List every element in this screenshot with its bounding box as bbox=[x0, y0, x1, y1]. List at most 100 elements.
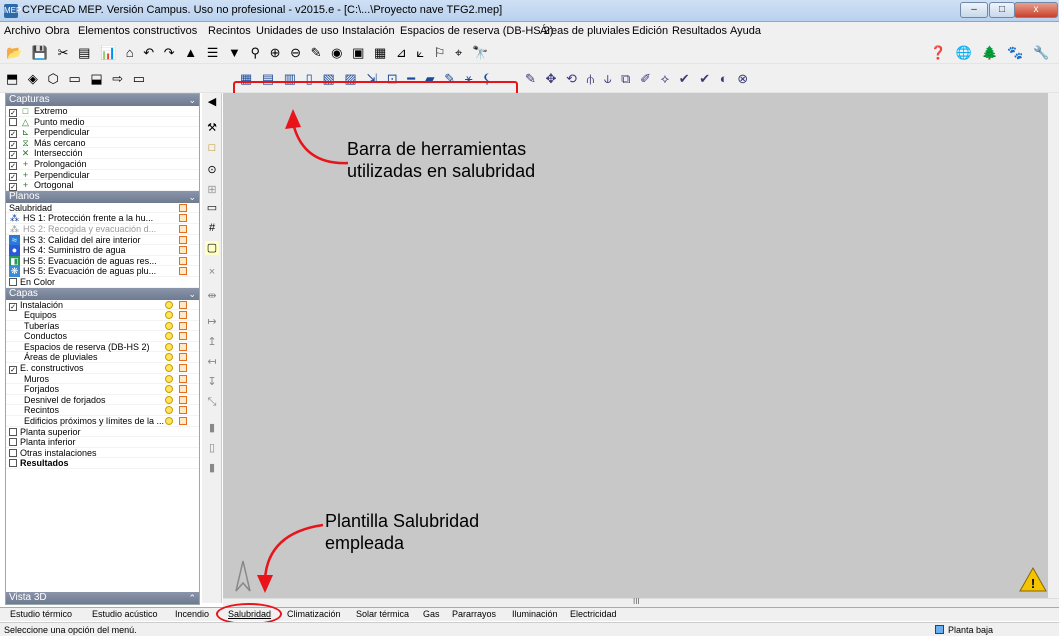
drawing-canvas[interactable]: ! Barra de herramientas utilizadas en sa… bbox=[223, 93, 1048, 598]
menu-recintos[interactable]: Recintos bbox=[208, 25, 251, 37]
layer-item[interactable]: Desnivel de forjados bbox=[6, 395, 199, 406]
cross-icon[interactable]: × bbox=[205, 265, 219, 279]
checkbox-unchecked[interactable] bbox=[9, 277, 17, 286]
layer-item[interactable]: Muros bbox=[6, 374, 199, 385]
layer-item[interactable]: Resultados bbox=[6, 458, 199, 469]
help-toolbar-icons[interactable]: ❓ 🌐 🌲 🐾 🔧 bbox=[930, 45, 1052, 61]
tab-climatizacion[interactable]: Climatización bbox=[287, 609, 341, 619]
capture-item[interactable]: ✓ + Ortogonal bbox=[6, 180, 199, 192]
vista3d-header[interactable]: Vista 3D ⌃ bbox=[6, 592, 199, 604]
tab-estudio-acustico[interactable]: Estudio acústico bbox=[92, 609, 158, 619]
bulb-icon[interactable] bbox=[165, 374, 173, 383]
layer-item[interactable]: ✓ E. constructivos bbox=[6, 363, 199, 375]
layer-item[interactable]: Tuberías bbox=[6, 321, 199, 332]
bulb-icon[interactable] bbox=[165, 300, 173, 309]
layer-item[interactable]: Espacios de reserva (DB-HS 2) bbox=[6, 342, 199, 353]
layer-item[interactable]: Conductos bbox=[6, 331, 199, 342]
bulb-icon[interactable] bbox=[165, 332, 173, 341]
ruler-icon[interactable]: ▭ bbox=[205, 201, 219, 215]
layer-item[interactable]: Planta superior bbox=[6, 427, 199, 438]
hash-icon[interactable]: # bbox=[205, 221, 219, 235]
horizontal-scrollbar[interactable]: III bbox=[223, 597, 1059, 607]
layer-icon[interactable] bbox=[179, 364, 187, 373]
layer-icon[interactable] bbox=[179, 406, 187, 415]
layer-icon[interactable] bbox=[179, 374, 187, 383]
capture-item[interactable]: ✓ + Prolongación bbox=[6, 159, 199, 170]
capture-item[interactable]: ✓ □ Extremo bbox=[6, 106, 199, 117]
layer-item[interactable]: Forjados bbox=[6, 384, 199, 395]
layer-icon[interactable] bbox=[179, 385, 187, 394]
menu-ayuda[interactable]: Ayuda bbox=[730, 25, 761, 37]
layer-icon[interactable] bbox=[179, 332, 187, 341]
maximize-button[interactable]: □ bbox=[989, 2, 1015, 18]
left-toolbar-icons[interactable]: ⬒ ◈ ⬡ ▭ ⬓ ⇨ ▭ bbox=[6, 71, 148, 87]
menu-unidades-de-uso[interactable]: Unidades de uso bbox=[256, 25, 339, 37]
layer-icon[interactable] bbox=[179, 417, 187, 426]
tab-estudio-termico[interactable]: Estudio térmico bbox=[10, 609, 72, 619]
collapse-arrow-icon[interactable]: ◀ bbox=[205, 95, 219, 109]
menu-obra[interactable]: Obra bbox=[45, 25, 69, 37]
capture-item[interactable]: ✓ ✕ Intersección bbox=[6, 148, 199, 160]
menu-instalacion[interactable]: Instalación bbox=[342, 25, 395, 37]
arrow-up-icon[interactable]: ↥ bbox=[205, 335, 219, 349]
layer-icon[interactable] bbox=[179, 353, 187, 362]
capture-item[interactable]: △ Punto medio bbox=[6, 117, 199, 128]
join-icon[interactable]: ⇹ bbox=[205, 289, 219, 303]
scroll-thumb-grip[interactable]: III bbox=[633, 597, 640, 606]
layer-item[interactable]: Áreas de pluviales bbox=[6, 352, 199, 364]
capture-item[interactable]: ✓ ⊾ Perpendicular bbox=[6, 127, 199, 139]
plano-item[interactable]: ◧ HS 5: Evacuación de aguas res... bbox=[6, 255, 199, 267]
current-floor[interactable]: Planta baja bbox=[948, 625, 993, 635]
tab-gas[interactable]: Gas bbox=[423, 609, 440, 619]
en-color-option[interactable]: En Color bbox=[6, 277, 199, 288]
bulb-icon[interactable] bbox=[165, 406, 173, 415]
bulb-icon[interactable] bbox=[165, 353, 173, 362]
comment-icon[interactable]: ▢ bbox=[205, 241, 219, 255]
layer-icon[interactable] bbox=[179, 321, 187, 330]
menu-elementos-constructivos[interactable]: Elementos constructivos bbox=[78, 25, 197, 37]
bulb-icon[interactable] bbox=[165, 342, 173, 351]
plano-item[interactable]: ⁂ HS 2: Recogida y evacuación d... bbox=[6, 224, 199, 235]
tab-solar-termica[interactable]: Solar térmica bbox=[356, 609, 409, 619]
layer-icon[interactable] bbox=[179, 300, 187, 309]
bulb-icon[interactable] bbox=[165, 385, 173, 394]
tab-incendio[interactable]: Incendio bbox=[175, 609, 209, 619]
capturas-header[interactable]: Capturas ⌄ bbox=[6, 94, 199, 106]
menu-archivo[interactable]: Archivo bbox=[4, 25, 41, 37]
arrow-left-icon[interactable]: ↤ bbox=[205, 355, 219, 369]
close-button[interactable]: x bbox=[1014, 2, 1058, 18]
planos-header[interactable]: Planos ⌄ bbox=[6, 190, 199, 203]
bulb-icon[interactable] bbox=[165, 395, 173, 404]
layer-icon[interactable] bbox=[179, 342, 187, 351]
bulb-icon[interactable] bbox=[165, 311, 173, 320]
column-icon[interactable]: ▮ bbox=[205, 421, 219, 435]
vertical-scrollbar[interactable] bbox=[1048, 93, 1059, 598]
capture-item[interactable]: ✓ + Perpendicular bbox=[6, 170, 199, 181]
plano-item[interactable]: ⁂ HS 1: Protección frente a la hu... bbox=[6, 213, 199, 224]
layer-item[interactable]: Equipos bbox=[6, 310, 199, 321]
checkbox-unchecked[interactable] bbox=[9, 459, 17, 468]
main-toolbar-icons[interactable]: 📂 💾 ✂ ▤ 📊 ⌂ ↶ ↷ ▲ ☰ ▼ ⚲ ⊕ ⊖ ✎ ◉ ▣ ▦ ⊿ ⟀ … bbox=[6, 45, 491, 61]
layer-item[interactable]: Otras instalaciones bbox=[6, 448, 199, 459]
capture-item[interactable]: ✓ ⧖ Más cercano bbox=[6, 138, 199, 149]
menu-espacios-de-reserva[interactable]: Espacios de reserva (DB-HS 2) bbox=[400, 25, 553, 37]
bulb-icon[interactable] bbox=[165, 321, 173, 330]
layer-icon[interactable] bbox=[179, 395, 187, 404]
menu-edicion[interactable]: Edición bbox=[632, 25, 668, 37]
layer-item[interactable]: Recintos bbox=[6, 405, 199, 417]
menu-resultados[interactable]: Resultados bbox=[672, 25, 727, 37]
menu-areas-de-pluviales[interactable]: Áreas de pluviales bbox=[540, 25, 630, 37]
minimize-button[interactable]: – bbox=[960, 2, 988, 18]
checkbox-unchecked[interactable] bbox=[9, 117, 17, 126]
layer-icon[interactable] bbox=[179, 311, 187, 320]
checkbox-unchecked[interactable] bbox=[9, 438, 17, 447]
grid-icon[interactable]: ⊞ bbox=[205, 183, 219, 197]
plano-item[interactable]: ● HS 4: Suministro de agua bbox=[6, 245, 199, 256]
layer-item[interactable]: Planta inferior bbox=[6, 437, 199, 448]
diagonal-icon[interactable]: ⤡ bbox=[205, 395, 219, 409]
bulb-icon[interactable] bbox=[165, 364, 173, 373]
column-icon[interactable]: ▮ bbox=[205, 461, 219, 475]
tab-electricidad[interactable]: Electricidad bbox=[570, 609, 617, 619]
tab-iluminacion[interactable]: Iluminación bbox=[512, 609, 558, 619]
bulb-icon[interactable] bbox=[165, 417, 173, 426]
